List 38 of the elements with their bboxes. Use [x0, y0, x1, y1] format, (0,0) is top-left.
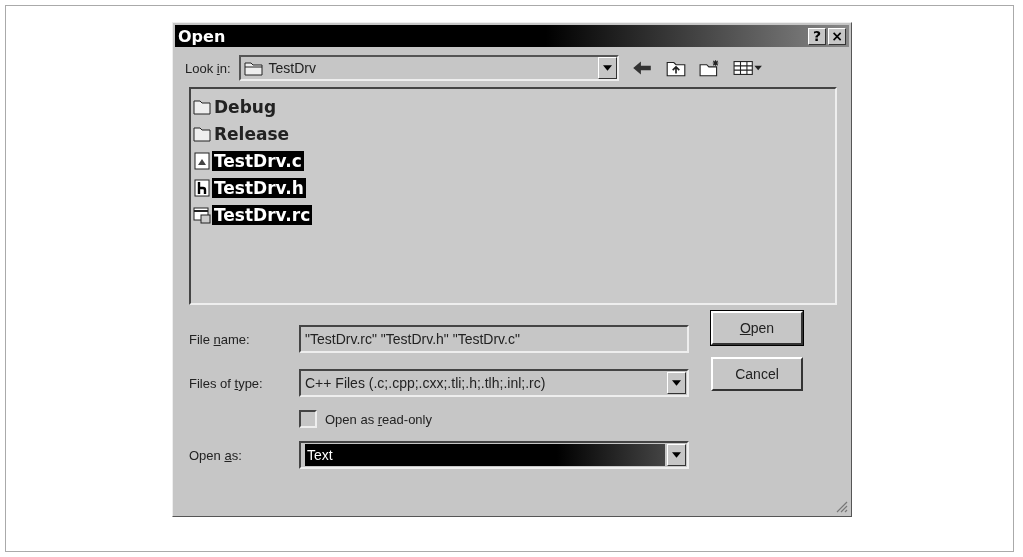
folder-icon [193, 124, 211, 143]
header-file-icon [193, 178, 211, 197]
file-name: TestDrv.rc [212, 204, 313, 225]
file-type-label: Files of type: [189, 375, 264, 391]
file-name-field[interactable]: "TestDrv.rc" "TestDrv.h" "TestDrv.c" [299, 325, 689, 353]
file-item[interactable]: Release [193, 120, 833, 147]
file-name-label: File name: [189, 331, 251, 347]
file-item[interactable]: TestDrv.rc [193, 201, 833, 228]
dropdown-arrow-icon [672, 452, 681, 458]
new-folder-icon[interactable] [698, 59, 721, 77]
file-name: TestDrv.c [212, 150, 304, 171]
resource-file-icon [193, 205, 211, 224]
window-title: Open [178, 26, 227, 46]
file-item[interactable]: TestDrv.h [193, 174, 833, 201]
folder-icon [243, 60, 264, 76]
document-icon [193, 151, 211, 170]
view-menu-icon[interactable] [732, 59, 763, 77]
up-folder-icon[interactable] [664, 59, 687, 77]
file-name: Release [213, 123, 291, 144]
help-button[interactable]: ? [808, 27, 826, 45]
dropdown-arrow-icon [672, 380, 681, 386]
file-item[interactable]: TestDrv.c [193, 147, 833, 174]
open-button[interactable]: Open [711, 311, 803, 345]
resize-grip-icon[interactable] [836, 501, 848, 513]
file-item[interactable]: Debug [193, 93, 833, 120]
dropdown-arrow-icon [602, 65, 612, 71]
look-in-dropdown[interactable]: TestDrv [238, 55, 619, 81]
folder-icon [193, 97, 211, 116]
file-name: TestDrv.h [212, 177, 306, 198]
open-as-label: Open as: [189, 447, 243, 463]
close-button[interactable]: × [828, 27, 846, 45]
read-only-checkbox[interactable] [299, 410, 317, 428]
file-name: Debug [213, 96, 278, 117]
look-in-label: Look in: [185, 60, 231, 76]
read-only-label: Open as read-only [325, 411, 432, 427]
cancel-button[interactable]: Cancel [711, 357, 803, 391]
open-as-dropdown[interactable]: Text [299, 441, 689, 469]
file-type-dropdown[interactable]: C++ Files (.c;.cpp;.cxx;.tli;.h;.tlh;.inl;.rc) [299, 369, 689, 397]
